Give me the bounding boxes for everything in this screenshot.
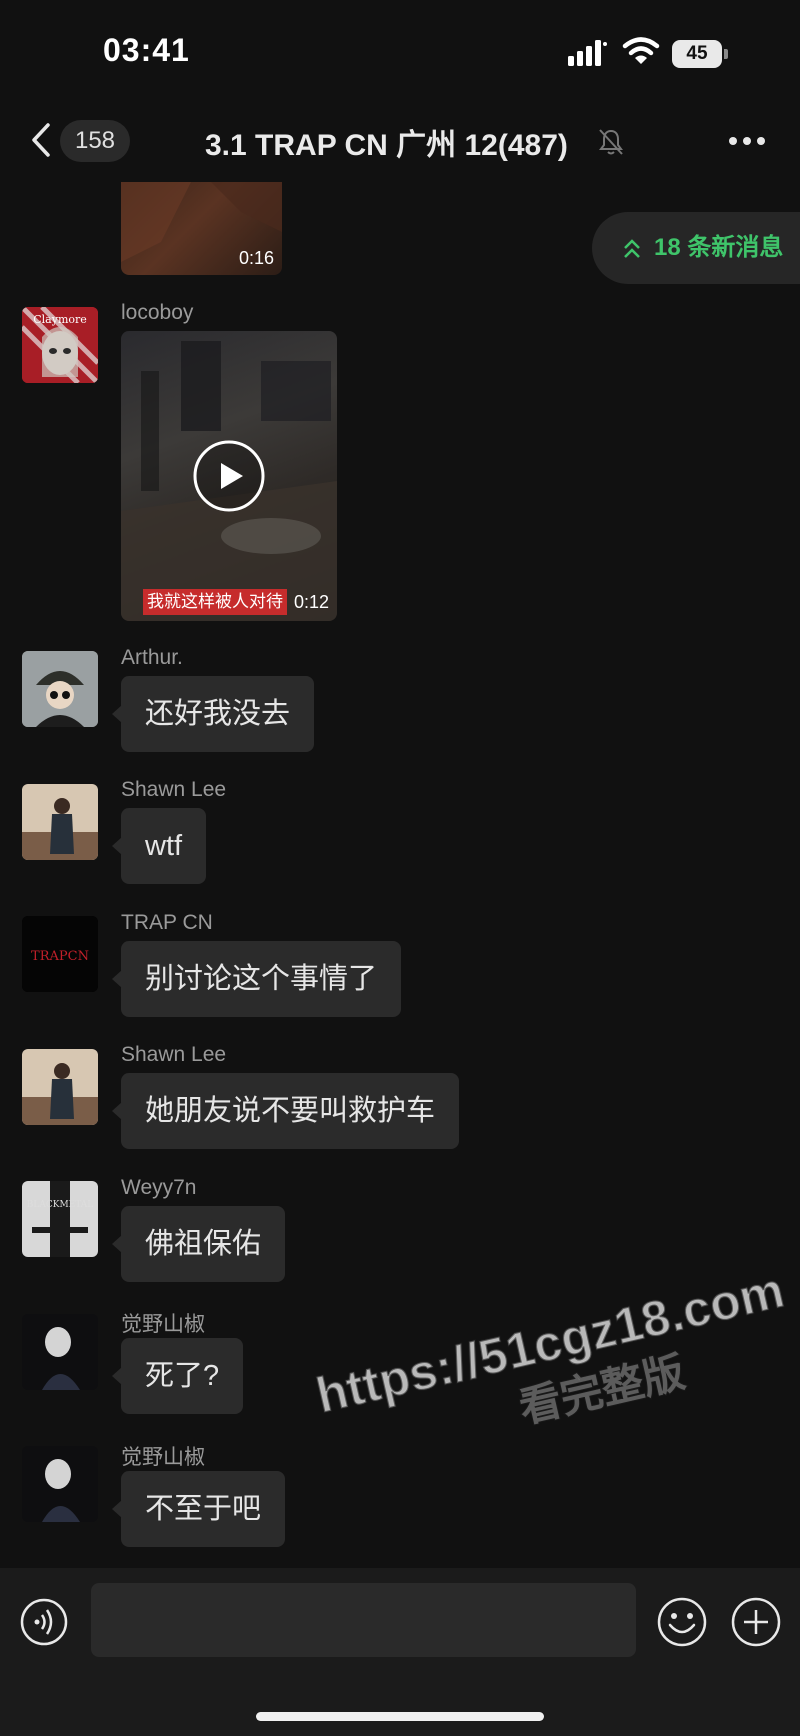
sender-name: Weyy7n (121, 1176, 197, 1199)
video-duration: 0:12 (293, 592, 329, 612)
avatar-image (22, 1314, 98, 1390)
avatar[interactable]: Claymore (22, 307, 98, 383)
avatar-logo-text: BLACKMETAL (27, 1200, 93, 1210)
home-indicator (256, 1712, 544, 1721)
unread-count-badge[interactable]: 158 (60, 120, 130, 162)
message-bubble[interactable]: 她朋友说不要叫救护车 (111, 1073, 460, 1149)
new-messages-label: 18 条新消息 (654, 234, 784, 261)
double-chevron-up-icon (624, 239, 640, 258)
avatar[interactable]: TRAPCN (22, 916, 98, 992)
message-bubble[interactable]: 死了? (111, 1338, 244, 1414)
input-bar (0, 1568, 800, 1736)
avatar-image (22, 1446, 98, 1522)
sender-name: TRAP CN (121, 911, 213, 934)
back-icon[interactable] (30, 122, 52, 158)
avatar[interactable] (22, 784, 98, 860)
avatar[interactable] (22, 1049, 98, 1125)
message-input[interactable] (91, 1583, 636, 1657)
sender-name: Shawn Lee (121, 1043, 227, 1066)
sender-name: locoboy (121, 301, 194, 324)
emoji-icon[interactable] (657, 1597, 707, 1647)
avatar-image (22, 1049, 98, 1125)
avatar-image (22, 651, 98, 727)
avatar-image: BLACKMETAL (22, 1181, 98, 1257)
message-bubble[interactable]: wtf (111, 808, 207, 884)
message-bubble[interactable]: 还好我没去 (111, 676, 315, 752)
battery-level: 45 (672, 40, 722, 68)
wifi-icon (622, 37, 660, 64)
sender-name: 觉野山椒 (121, 1313, 205, 1336)
message-bubble[interactable]: 佛祖保佑 (111, 1206, 286, 1282)
play-icon[interactable] (192, 439, 266, 513)
video-caption: 我就这样被人对待 (143, 589, 287, 615)
avatar-logo-text: Claymore (33, 313, 87, 326)
status-time: 03:41 (103, 32, 190, 68)
status-bar: 03:41 45 (0, 0, 800, 100)
voice-icon[interactable] (20, 1598, 68, 1646)
sender-name: Arthur. (121, 646, 183, 669)
sender-name: 觉野山椒 (121, 1446, 205, 1469)
sender-name: Shawn Lee (121, 778, 227, 801)
video-message-thumbnail[interactable]: 我就这样被人对待 0:12 (121, 331, 337, 621)
chat-title[interactable]: 3.1 TRAP CN 广州 12(487) (205, 120, 568, 164)
cellular-signal-icon (568, 40, 607, 66)
chat-header: 158 3.1 TRAP CN 广州 12(487) (0, 110, 800, 172)
more-icon[interactable] (728, 136, 766, 146)
plus-icon[interactable] (731, 1597, 781, 1647)
avatar[interactable] (22, 1446, 98, 1522)
avatar-logo-text: TRAPCN (31, 949, 89, 964)
avatar-image: Claymore (22, 307, 98, 383)
message-bubble[interactable]: 不至于吧 (111, 1471, 286, 1547)
watermark: https://51cgz18.com 看完整版 (290, 1255, 800, 1547)
video-message-thumbnail[interactable]: 0:16 (121, 182, 282, 275)
avatar-image: TRAPCN (22, 916, 98, 992)
avatar[interactable] (22, 651, 98, 727)
battery-icon: 45 (672, 40, 728, 68)
mute-icon (599, 129, 623, 155)
avatar[interactable]: BLACKMETAL (22, 1181, 98, 1257)
avatar[interactable] (22, 1314, 98, 1390)
video-duration: 0:16 (238, 248, 274, 268)
message-bubble[interactable]: 别讨论这个事情了 (111, 941, 402, 1017)
new-messages-button[interactable]: 18 条新消息 (592, 212, 800, 284)
avatar-image (22, 784, 98, 860)
